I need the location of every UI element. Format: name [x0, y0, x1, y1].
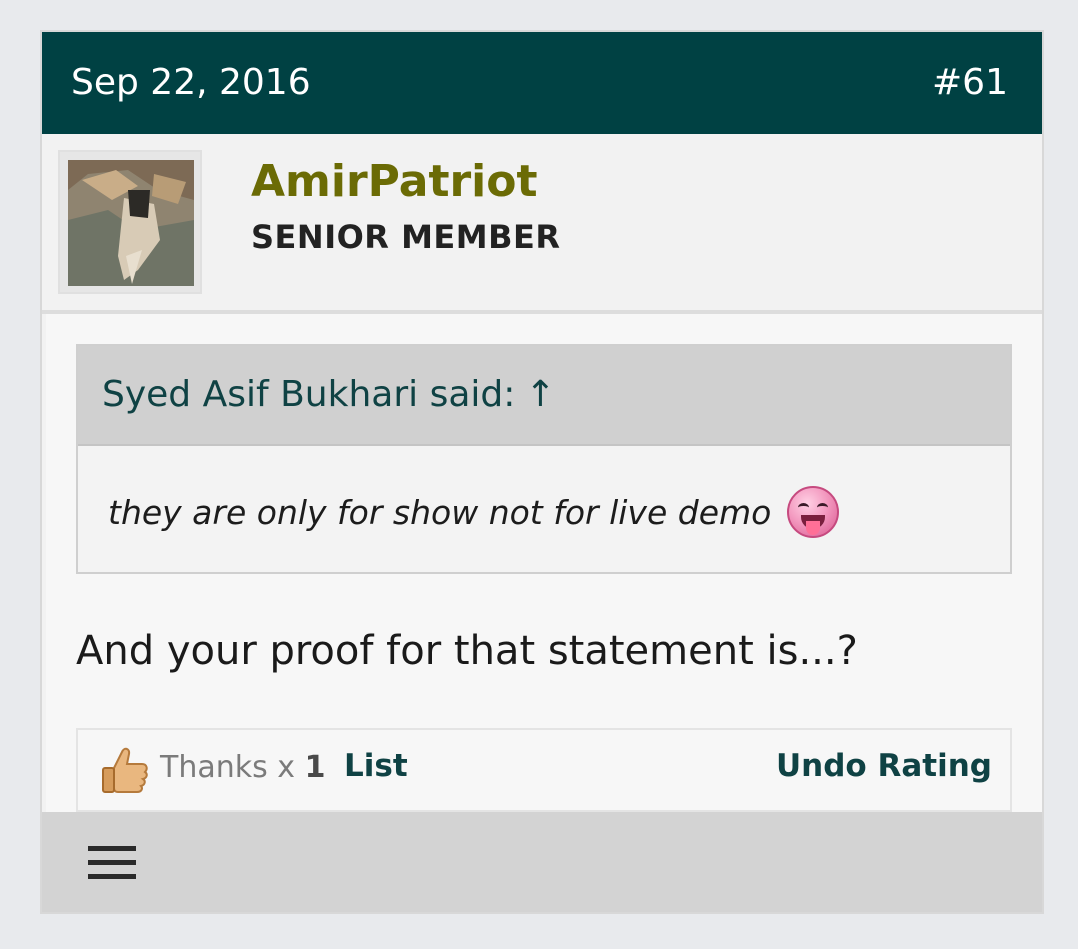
thanks-count-text: Thanks x 1	[160, 750, 325, 785]
forum-post: Sep 22, 2016 #61 AmirPatriot SENIOR MEMB…	[40, 30, 1044, 914]
hamburger-menu-icon[interactable]	[88, 846, 136, 880]
quote-author-label: Syed Asif Bukhari said:	[102, 374, 516, 415]
quote-header: Syed Asif Bukhari said: ↑	[78, 346, 1010, 446]
avatar[interactable]	[68, 160, 194, 286]
likes-list-link[interactable]: List	[344, 748, 408, 784]
avatar-image-icon	[68, 160, 194, 286]
post-header: Sep 22, 2016 #61	[42, 32, 1042, 134]
quote-author-link[interactable]: Syed Asif Bukhari said: ↑	[102, 374, 556, 415]
arrow-up-icon[interactable]: ↑	[525, 374, 555, 415]
quote-content: they are only for show not for live demo	[108, 492, 772, 532]
undo-rating-link[interactable]: Undo Rating	[776, 748, 992, 784]
likes-bar: Thanks x 1 List Undo Rating	[76, 728, 1012, 812]
post-permalink[interactable]: #61	[932, 62, 1008, 103]
message-text: And your proof for that statement is...?	[76, 628, 858, 674]
avatar-frame[interactable]	[58, 150, 202, 294]
message-body: Syed Asif Bukhari said: ↑ they are only f…	[46, 314, 1042, 812]
quote-block: Syed Asif Bukhari said: ↑ they are only f…	[76, 344, 1012, 574]
quote-text: they are only for show not for live demo	[108, 486, 840, 538]
user-title: SENIOR MEMBER	[251, 218, 561, 256]
user-info: AmirPatriot SENIOR MEMBER	[42, 134, 1042, 314]
post-footer	[42, 812, 1042, 912]
post-date: Sep 22, 2016	[71, 62, 311, 103]
thumbs-up-icon	[102, 747, 148, 793]
tongue-out-smiley-icon	[787, 486, 840, 538]
thanks-label: Thanks x	[160, 750, 296, 785]
username-link[interactable]: AmirPatriot	[251, 156, 538, 207]
thanks-count: 1	[304, 750, 326, 785]
